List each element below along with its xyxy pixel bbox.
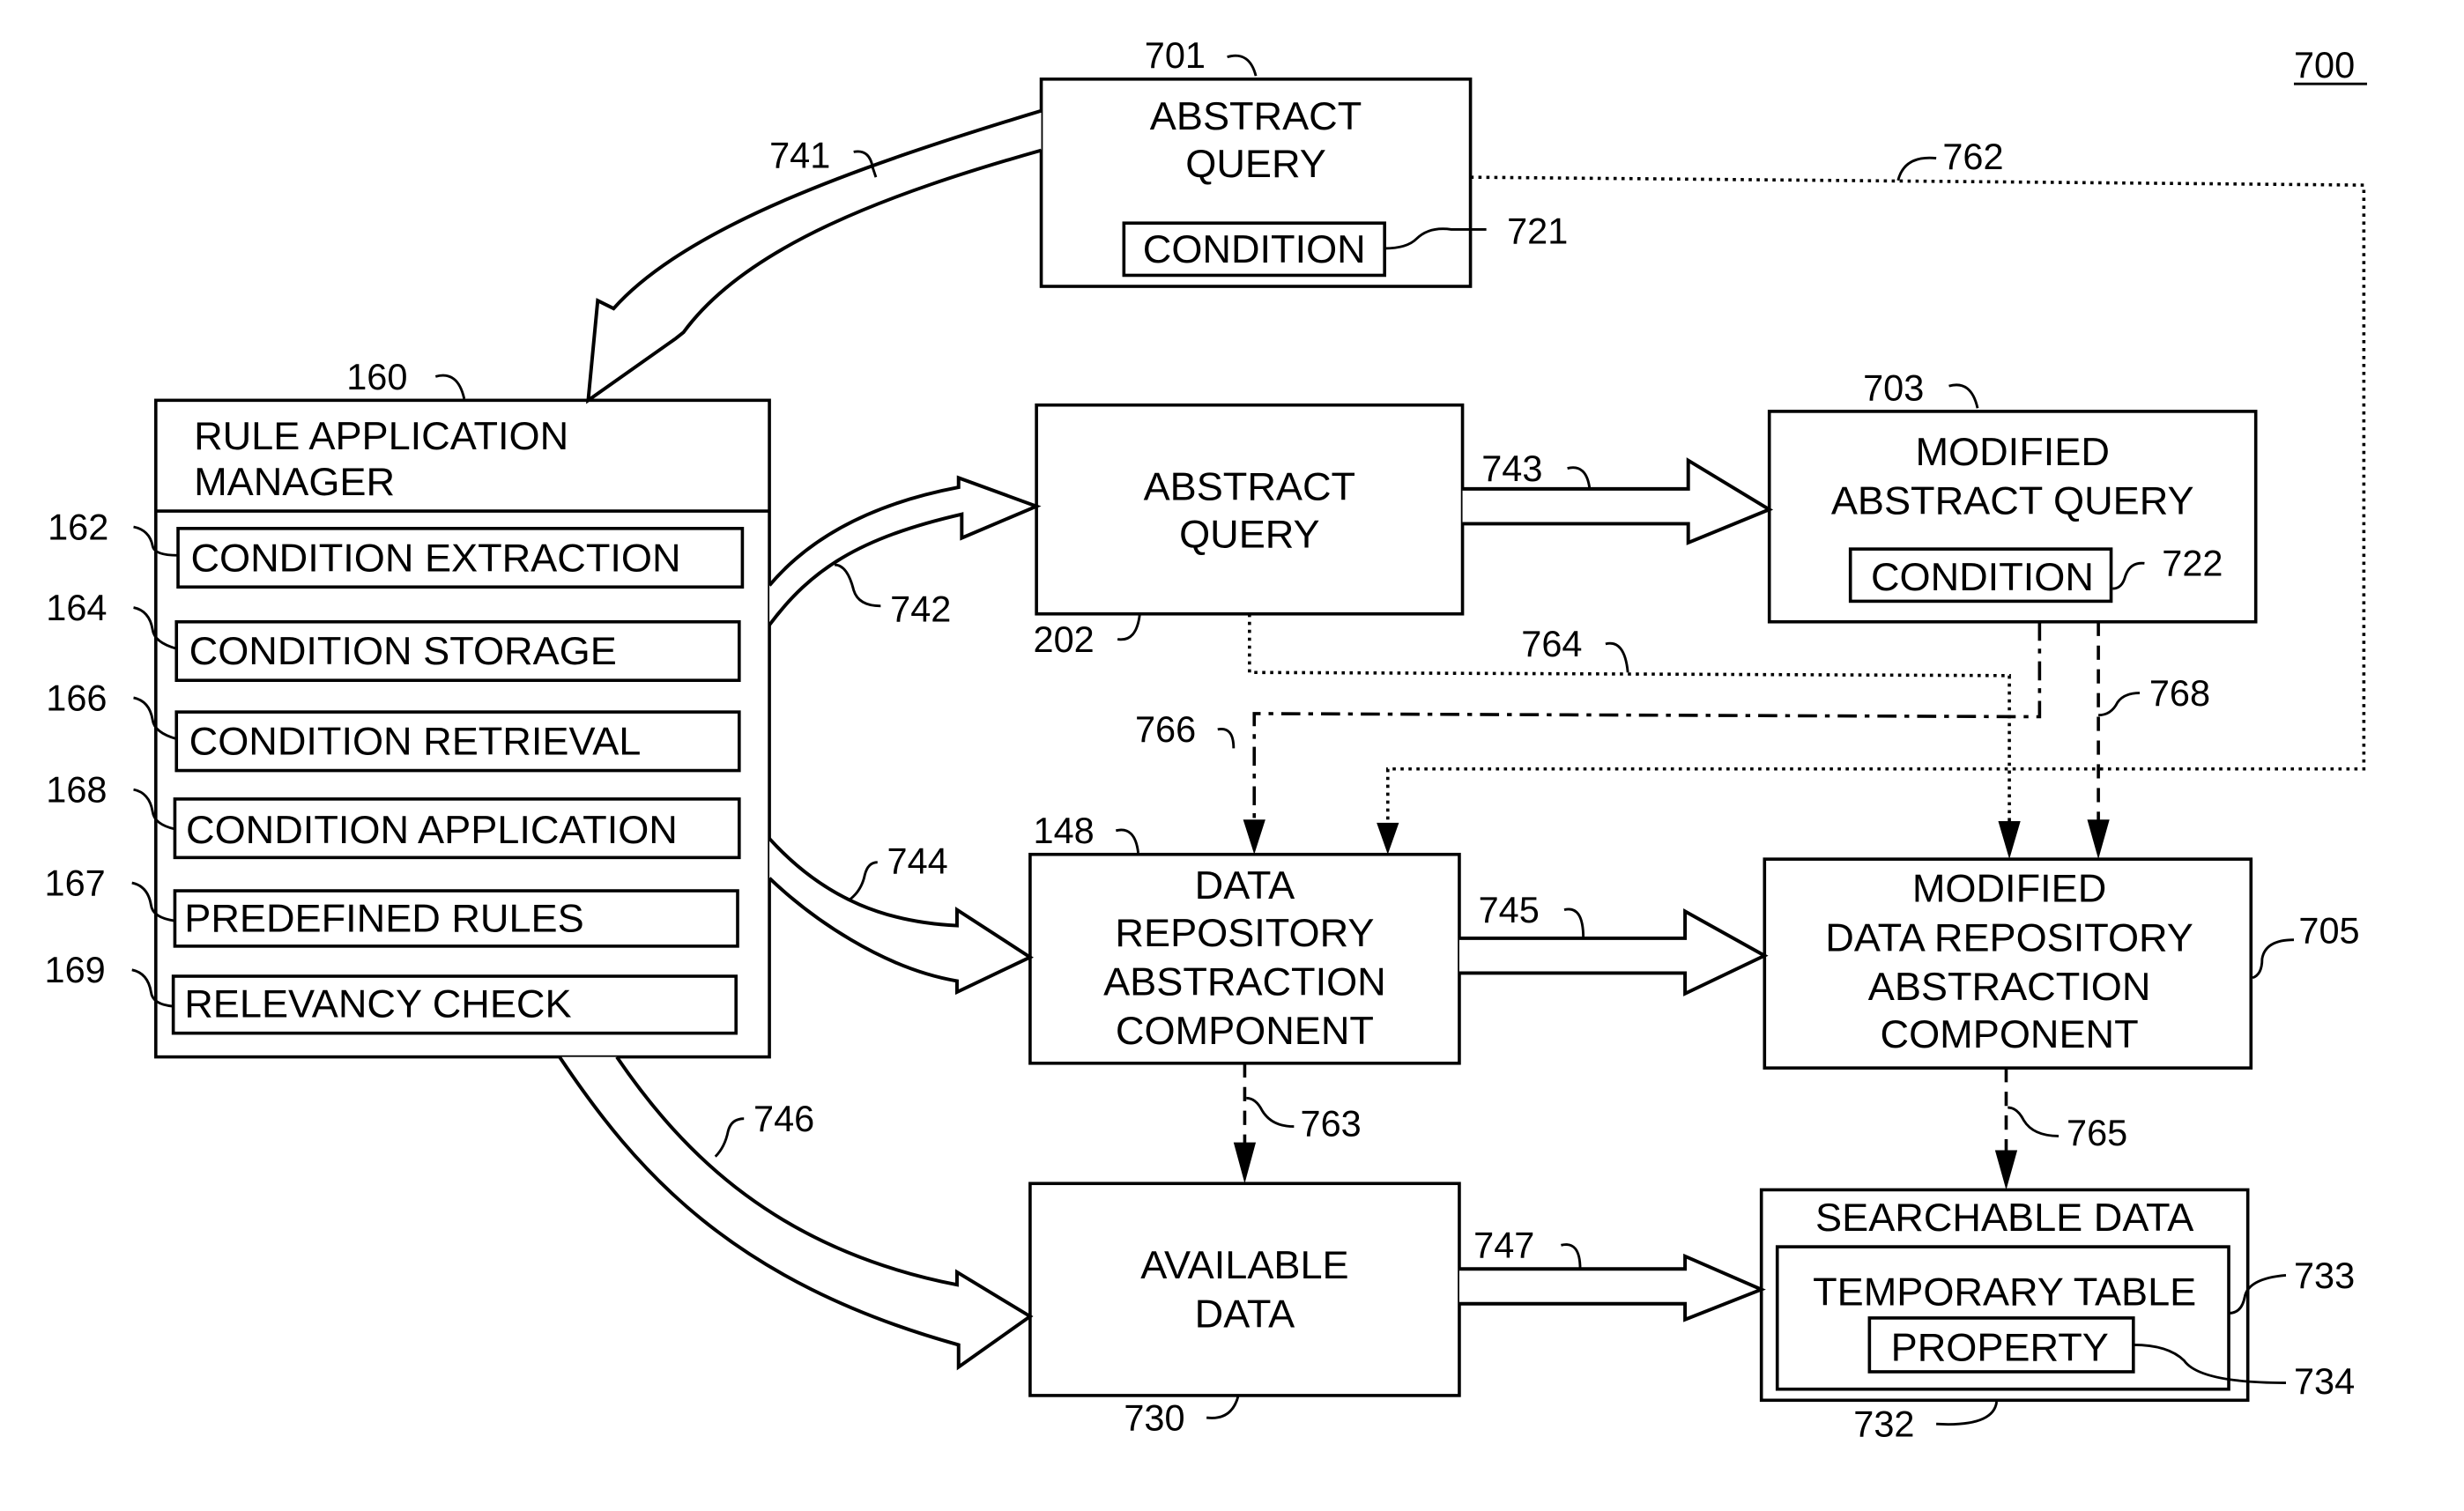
ref-701: 701 — [1145, 35, 1206, 76]
item-predefined-rules: PREDEFINED RULES — [184, 896, 583, 941]
available-data-box: AVAILABLE DATA — [1028, 1181, 1461, 1397]
ref-730: 730 — [1124, 1397, 1184, 1438]
condition-721-label: CONDITION — [1143, 226, 1366, 271]
arrowhead-764 — [1998, 821, 2021, 860]
leader-764 — [1605, 641, 1629, 673]
arrowhead-766 — [1243, 819, 1265, 855]
drac-line1: DATA — [1195, 863, 1295, 907]
available-line2: DATA — [1195, 1292, 1295, 1337]
maq-line1: MODIFIED — [1915, 429, 2109, 474]
abstract-query-box-701: ABSTRACT QUERY CONDITION — [1039, 77, 1473, 288]
ref-744: 744 — [887, 841, 948, 881]
arrowhead-765 — [1994, 1150, 2018, 1190]
ref-765: 765 — [2067, 1113, 2127, 1153]
aq-mid-line1: ABSTRACT — [1144, 464, 1355, 509]
aq-top-line2: QUERY — [1185, 141, 1326, 186]
ref-741: 741 — [769, 135, 830, 175]
searchable-title: SEARCHABLE DATA — [1815, 1195, 2193, 1240]
rule-application-manager-box: RULE APPLICATION MANAGER CONDITION EXTRA… — [153, 398, 771, 1059]
drac-line2: REPOSITORY — [1115, 910, 1374, 955]
drac-line4: COMPONENT — [1116, 1008, 1374, 1053]
ram-title-line1: RULE APPLICATION — [194, 413, 568, 458]
leader-701 — [1227, 54, 1258, 77]
ref-705: 705 — [2298, 910, 2359, 951]
leader-148 — [1115, 828, 1140, 854]
leader-732 — [1936, 1401, 1999, 1426]
ref-721: 721 — [1507, 211, 1568, 252]
line-764 — [1248, 613, 2011, 826]
ref-162: 162 — [48, 507, 108, 547]
leader-766 — [1217, 727, 1236, 749]
ref-734: 734 — [2294, 1361, 2355, 1402]
leader-703 — [1948, 383, 1979, 409]
item-relevancy-check: RELEVANCY CHECK — [184, 981, 571, 1026]
modified-data-repository-abstraction-component-box: MODIFIED DATA REPOSITORY ABSTRACTION COM… — [1763, 857, 2253, 1070]
ref-768: 768 — [2149, 673, 2210, 714]
condition-722-label: CONDITION — [1871, 554, 2094, 599]
searchable-data-box: SEARCHABLE DATA TEMPORARY TABLE PROPERTY — [1759, 1188, 2250, 1403]
flow-diagram: 700 ABSTRACT QUERY CONDITION 701 721 RUL… — [45, 35, 2367, 1445]
figure-number: 700 — [2294, 45, 2355, 85]
ref-164: 164 — [46, 588, 107, 628]
modified-abstract-query-box: MODIFIED ABSTRACT QUERY CONDITION — [1767, 410, 2258, 624]
leader-744 — [848, 861, 878, 901]
abstract-query-box-202: ABSTRACT QUERY — [1035, 403, 1465, 616]
ref-733: 733 — [2294, 1255, 2355, 1296]
aq-mid-line2: QUERY — [1179, 511, 1320, 556]
ref-766: 766 — [1135, 709, 1196, 750]
mdrac-line2: DATA REPOSITORY — [1825, 915, 2193, 959]
mdrac-line1: MODIFIED — [1912, 866, 2106, 911]
item-condition-retrieval: CONDITION RETRIEVAL — [189, 719, 642, 764]
leader-746 — [714, 1117, 745, 1158]
ref-745: 745 — [1479, 890, 1540, 930]
drac-line3: ABSTRACTION — [1103, 959, 1386, 1004]
mdrac-line4: COMPONENT — [1881, 1011, 2139, 1056]
leader-762 — [1896, 156, 1937, 181]
ref-764: 764 — [1521, 624, 1582, 664]
ref-168: 168 — [46, 770, 107, 811]
ref-742: 742 — [890, 589, 951, 630]
maq-line2: ABSTRACT QUERY — [1831, 478, 2194, 523]
arrowhead-763 — [1233, 1142, 1257, 1184]
available-line1: AVAILABLE — [1140, 1242, 1348, 1287]
arrowhead-762 — [1377, 822, 1399, 855]
ram-title-line2: MANAGER — [194, 459, 395, 504]
ref-743: 743 — [1481, 448, 1542, 489]
data-repository-abstraction-component-box: DATA REPOSITORY ABSTRACTION COMPONENT — [1028, 852, 1461, 1065]
ref-746: 746 — [753, 1099, 814, 1139]
temporary-table-label: TEMPORARY TABLE — [1813, 1270, 2196, 1315]
ref-703: 703 — [1863, 367, 1924, 408]
ref-763: 763 — [1301, 1103, 1362, 1144]
ref-148: 148 — [1034, 811, 1095, 851]
ref-202: 202 — [1034, 619, 1095, 660]
item-condition-application: CONDITION APPLICATION — [186, 807, 678, 852]
ref-167: 167 — [45, 863, 106, 904]
leader-730 — [1206, 1395, 1240, 1419]
leader-160 — [434, 374, 466, 399]
ref-160: 160 — [346, 357, 407, 397]
leader-765 — [2008, 1106, 2060, 1137]
ref-732: 732 — [1853, 1404, 1914, 1445]
ref-747: 747 — [1473, 1226, 1534, 1266]
ref-166: 166 — [46, 678, 107, 718]
aq-top-line1: ABSTRACT — [1150, 93, 1362, 138]
leader-202 — [1117, 613, 1141, 641]
leader-705 — [2252, 938, 2294, 980]
ref-722: 722 — [2162, 544, 2223, 584]
leader-742 — [834, 563, 881, 608]
ref-762: 762 — [1942, 137, 2003, 177]
leader-763 — [1246, 1096, 1295, 1129]
leader-743 — [1567, 466, 1592, 490]
mdrac-line3: ABSTRACTION — [1868, 964, 2151, 1009]
leader-768 — [2098, 692, 2141, 717]
arrowhead-768 — [2087, 819, 2110, 860]
ref-169: 169 — [45, 950, 106, 990]
line-766 — [1252, 621, 2042, 823]
leader-745 — [1563, 907, 1585, 938]
property-label: PROPERTY — [1891, 1324, 2109, 1369]
item-condition-storage: CONDITION STORAGE — [189, 628, 617, 673]
item-condition-extraction: CONDITION EXTRACTION — [190, 535, 680, 580]
leader-747 — [1561, 1243, 1582, 1270]
